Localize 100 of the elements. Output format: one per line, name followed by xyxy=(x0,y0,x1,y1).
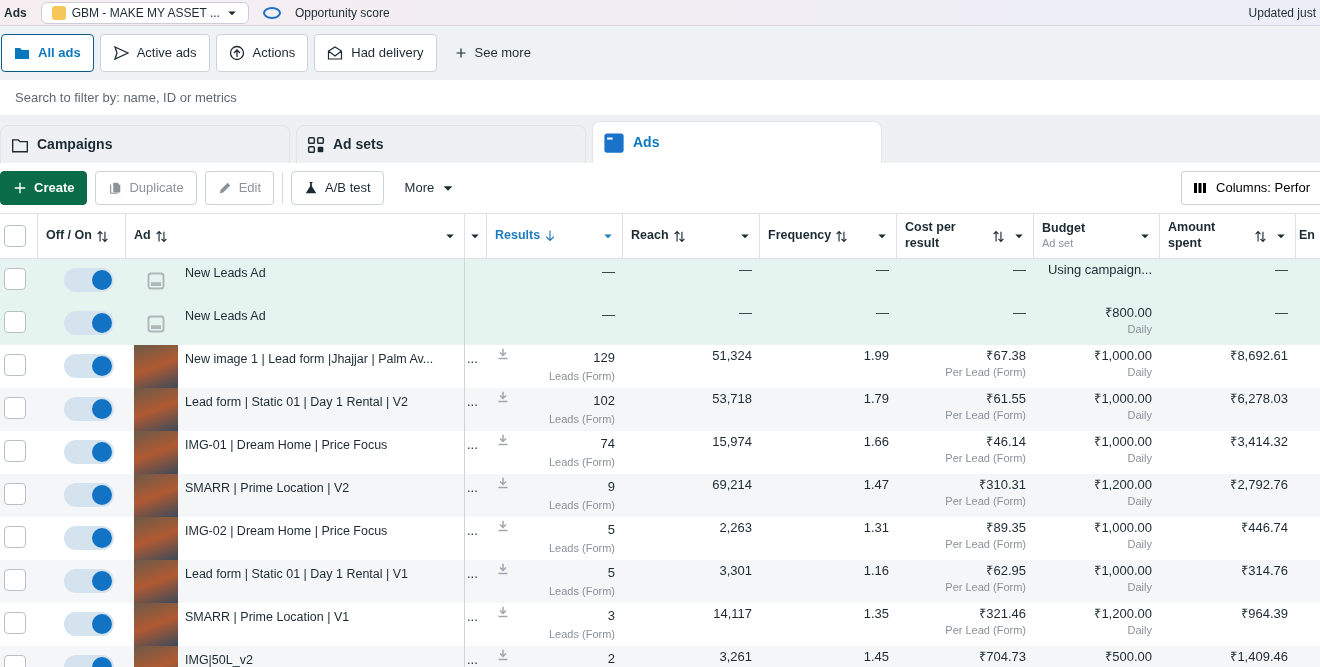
ad-name[interactable]: SMARR | Prime Location | V1 xyxy=(185,603,350,627)
cell-sublabel: Per Lead (Form) xyxy=(944,493,1026,509)
row-checkbox[interactable] xyxy=(4,268,26,290)
table-cell-text: — xyxy=(1012,305,1026,322)
ad-name[interactable]: Lead form | Static 01 | Day 1 Rental | V2 xyxy=(185,388,409,412)
column-subheader: Ad set xyxy=(1042,236,1075,251)
column-header[interactable]: Amount spent xyxy=(1168,220,1250,252)
cell-sublabel: Daily xyxy=(1126,579,1152,595)
photo-placeholder xyxy=(134,345,178,388)
level-tab[interactable]: Campaigns xyxy=(0,125,290,163)
column-header[interactable]: Off / On xyxy=(46,228,92,244)
see-more-button[interactable]: See more xyxy=(442,43,543,63)
ad-name[interactable]: Lead form | Static 01 | Day 1 Rental | V1 xyxy=(185,560,409,584)
cell-sublabel: Daily xyxy=(1126,407,1152,423)
toggle-switch[interactable] xyxy=(64,311,114,335)
ad-name[interactable]: IMG-01 | Dream Home | Price Focus xyxy=(185,431,388,455)
table-cell-text: ₹800.00 xyxy=(1104,305,1152,322)
ellipsis-text: ... xyxy=(467,351,478,366)
table-cell-text: 2,263 xyxy=(718,520,752,537)
toggle-switch[interactable] xyxy=(64,483,114,507)
cell-sublabel: Leads (Form) xyxy=(548,540,615,556)
table-cell-text: ₹8,692.61 xyxy=(1229,348,1288,365)
row-checkbox[interactable] xyxy=(4,440,26,462)
ad-name[interactable]: New Leads Ad xyxy=(185,302,266,326)
filter-button[interactable]: Had delivery xyxy=(314,34,437,72)
cell-sublabel: Per Lead (Form) xyxy=(944,364,1026,380)
cell-sublabel: Per Lead (Form) xyxy=(944,450,1026,466)
filter-button[interactable]: Active ads xyxy=(99,34,210,72)
table-cell-text: ₹46.14 xyxy=(985,434,1026,451)
column-header[interactable]: Reach xyxy=(631,228,669,244)
column-header[interactable]: En xyxy=(1299,228,1315,244)
table-cell-text: ₹3,414.32 xyxy=(1229,434,1288,451)
account-dropdown[interactable]: GBM - MAKE MY ASSET ... xyxy=(40,1,249,24)
ad-name[interactable]: New Leads Ad xyxy=(185,259,266,283)
envelope-icon xyxy=(327,45,344,61)
row-checkbox[interactable] xyxy=(4,397,26,419)
ellipsis-text: ... xyxy=(467,394,478,409)
table-cell-text: 102 xyxy=(592,392,615,410)
toggle-switch[interactable] xyxy=(64,397,114,421)
toggle-switch[interactable] xyxy=(64,440,114,464)
level-tab[interactable]: Ads xyxy=(592,121,882,163)
table-cell-text: 1.16 xyxy=(862,563,889,580)
ad-name[interactable]: SMARR | Prime Location | V2 xyxy=(185,474,350,498)
level-tab[interactable]: Ad sets xyxy=(296,125,586,163)
row-checkbox[interactable] xyxy=(4,354,26,376)
table-row[interactable]: IMG|50L_v2 ... 2 3,261 1.45 ₹704.73 ₹500.00 ₹1,409.46 xyxy=(0,646,1320,667)
column-header[interactable]: Results xyxy=(495,228,541,244)
table-cell-text: ₹62.95 xyxy=(985,563,1026,580)
table-cell-text: 5 xyxy=(606,564,615,582)
columns-button[interactable]: Columns: Perfor xyxy=(1181,171,1320,205)
columns-icon xyxy=(1192,180,1209,196)
table-cell-text: — xyxy=(875,262,889,279)
filter-button[interactable]: All ads xyxy=(1,34,94,72)
grid-icon xyxy=(307,135,325,154)
ad-name[interactable]: IMG-02 | Dream Home | Price Focus xyxy=(185,517,388,541)
ad-preview-icon xyxy=(146,313,166,334)
column-header[interactable]: Budget xyxy=(1042,221,1087,237)
table-row[interactable]: SMARR | Prime Location | V2 ... 9 Leads (Form) 69,214 1.47 ₹310.31 Per Lead (Form) ₹1,200.00 Daily ₹2,792.76 xyxy=(0,474,1320,517)
toolbar-button[interactable]: A/B test xyxy=(291,171,384,205)
toggle-switch[interactable] xyxy=(64,569,114,593)
table-row[interactable]: Lead form | Static 01 | Day 1 Rental | V1 ... 5 Leads (Form) 3,301 1.16 ₹62.95 Per Lead (Form) ₹1,000.00 Daily ₹314.76 xyxy=(0,560,1320,603)
photo-placeholder xyxy=(134,388,178,431)
column-header[interactable]: Ad xyxy=(134,228,151,244)
toggle-switch[interactable] xyxy=(64,354,114,378)
cell-sublabel: Daily xyxy=(1126,622,1152,638)
table-cell-text: ₹964.39 xyxy=(1240,606,1288,623)
ad-name[interactable]: IMG|50L_v2 xyxy=(185,646,253,667)
table-row[interactable]: New Leads Ad — — — — Using campaign... — xyxy=(0,259,1320,302)
row-checkbox[interactable] xyxy=(4,483,26,505)
table-cell-text: 2 xyxy=(607,650,615,667)
photo-placeholder xyxy=(134,431,178,474)
table-cell-text: 69,214 xyxy=(711,477,752,494)
select-all-checkbox[interactable] xyxy=(4,225,26,247)
row-checkbox[interactable] xyxy=(4,311,26,333)
row-checkbox[interactable] xyxy=(4,569,26,591)
row-checkbox[interactable] xyxy=(4,612,26,634)
filter-button[interactable]: Actions xyxy=(215,34,309,72)
ad-name[interactable]: New image 1 | Lead form |Jhajjar | Palm Av... xyxy=(185,345,434,369)
cell-sublabel: Daily xyxy=(1126,536,1152,552)
plus-icon xyxy=(454,47,467,59)
table-cell-text: ₹67.38 xyxy=(985,348,1026,365)
opportunity-score-label[interactable]: Opportunity score xyxy=(294,3,390,22)
table-cell-text: — xyxy=(738,262,752,279)
table-cell-text: 1.47 xyxy=(862,477,889,494)
cell-sublabel: Leads (Form) xyxy=(548,411,615,427)
table-row[interactable]: New Leads Ad — — — — ₹800.00 Daily — xyxy=(0,302,1320,345)
toggle-switch[interactable] xyxy=(64,268,114,292)
column-header[interactable]: Frequency xyxy=(768,228,832,244)
column-header[interactable]: Cost per result xyxy=(905,220,988,252)
toolbar-button[interactable]: Create xyxy=(0,171,88,205)
table-cell-text: 15,974 xyxy=(711,434,752,451)
table-row[interactable]: Lead form | Static 01 | Day 1 Rental | V2 ... 102 Leads (Form) 53,718 1.79 ₹61.55 Per Lead (Form) ₹1,000.00 Daily ₹6,278.03 xyxy=(0,388,1320,431)
cell-sublabel: Leads (Form) xyxy=(548,497,615,513)
copy-icon xyxy=(108,181,123,195)
toggle-switch[interactable] xyxy=(64,526,114,550)
toggle-switch[interactable] xyxy=(64,612,114,636)
table-cell-text: 3,261 xyxy=(718,649,752,666)
row-checkbox[interactable] xyxy=(4,526,26,548)
table-cell-text: — xyxy=(1012,262,1026,279)
opportunity-score-icon xyxy=(262,6,281,19)
